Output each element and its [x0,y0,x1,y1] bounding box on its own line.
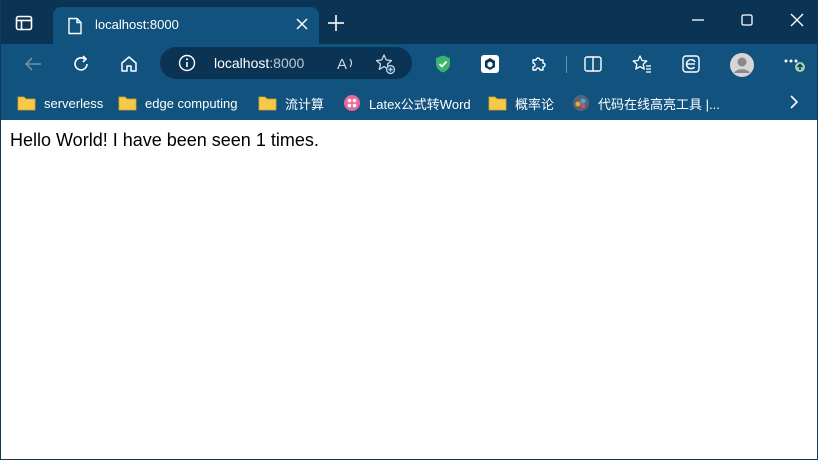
toolbar-divider [566,56,567,73]
close-icon[interactable] [789,12,805,28]
bookmark-probability[interactable]: 概率论 [488,93,554,113]
collections-icon[interactable] [681,54,701,74]
address-bar[interactable]: localhost:8000 A [160,47,412,79]
extensions-icon[interactable] [529,54,549,74]
tab-title: localhost:8000 [95,17,179,32]
latex-site-icon [344,95,360,111]
navigation-toolbar: localhost:8000 A [1,44,817,84]
bookmark-latex[interactable]: Latex公式转Word [343,93,471,113]
folder-icon [488,96,507,111]
favorites-icon[interactable] [632,54,652,74]
add-favorite-icon[interactable] [374,53,396,75]
minimize-icon[interactable] [690,12,706,28]
back-icon[interactable] [23,54,43,74]
bookmark-serverless[interactable]: serverless [17,93,103,113]
read-aloud-icon[interactable]: A [336,54,356,72]
shield-extension-icon[interactable] [433,54,453,74]
bookmark-label: edge computing [145,95,238,111]
url-host: localhost [214,55,270,71]
highlight-site-icon [573,95,589,111]
more-menu-icon[interactable] [781,52,809,78]
bookmark-label: 代码在线高亮工具 |... [598,96,720,112]
tab-active[interactable]: localhost:8000 [53,7,319,45]
chevron-right-icon[interactable] [787,94,801,110]
page-content: Hello World! I have been seen 1 times. [1,120,817,459]
maximize-icon[interactable] [739,12,755,28]
close-tab-icon[interactable] [295,17,309,31]
folder-icon [258,96,277,111]
bookmark-stream-computing[interactable]: 流计算 [258,93,324,113]
home-icon[interactable] [119,54,139,74]
bookmark-label: 流计算 [285,96,325,112]
page-icon [68,17,82,35]
bookmark-label: serverless [44,95,104,111]
cube-extension-icon[interactable] [480,54,500,74]
svg-text:A: A [337,56,347,72]
folder-icon [17,96,36,111]
browser-window: localhost:8000 localhost:8000 A serverle… [0,0,818,460]
workspaces-icon[interactable] [15,14,33,32]
favorites-bar: serverless edge computing 流计算 Latex公式转Wo… [1,84,817,120]
bookmark-label: 概率论 [515,96,555,112]
bookmark-label: Latex公式转Word [369,96,471,112]
page-message: Hello World! I have been seen 1 times. [10,130,319,150]
url-text[interactable]: localhost:8000 [214,55,304,71]
site-info-icon[interactable] [178,54,196,72]
profile-avatar-icon[interactable] [729,52,755,78]
tab-strip: localhost:8000 [1,0,817,45]
split-screen-icon[interactable] [583,54,603,74]
bookmark-edge-computing[interactable]: edge computing [118,93,238,113]
folder-icon [118,96,137,111]
new-tab-icon[interactable] [327,14,345,32]
refresh-icon[interactable] [71,54,91,74]
bookmark-code-highlight[interactable]: 代码在线高亮工具 |... [572,93,720,113]
url-port: :8000 [269,55,305,71]
